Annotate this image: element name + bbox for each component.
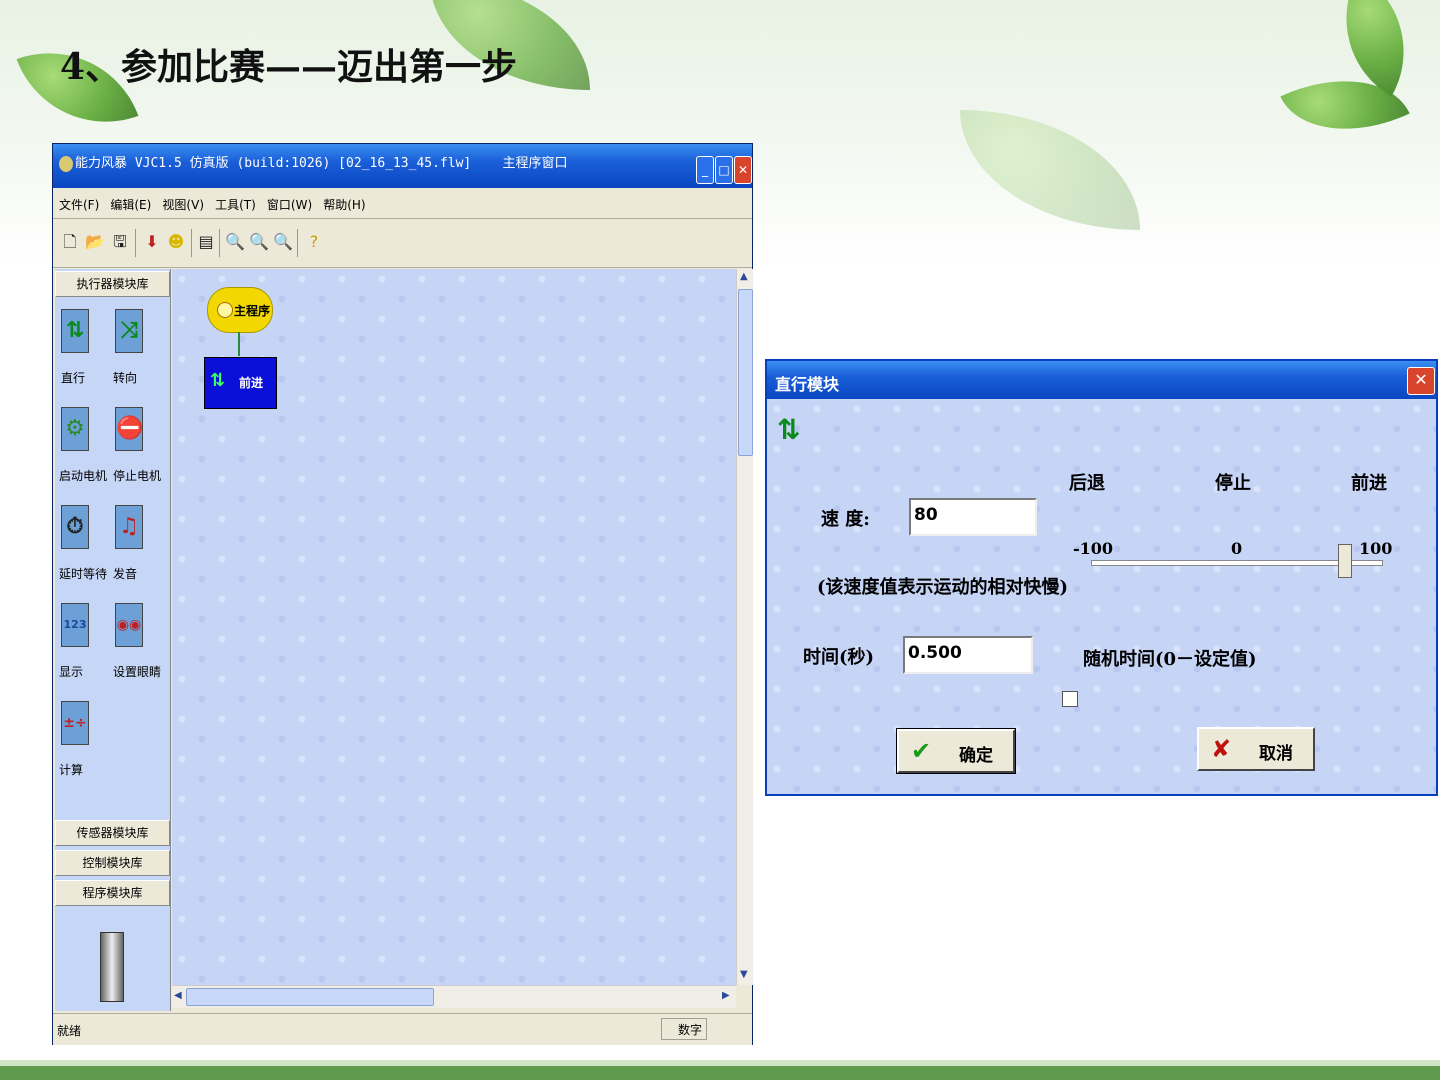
slider-mid-label: 0 — [1231, 539, 1243, 558]
horizontal-scrollbar[interactable]: ◀ ▶ — [172, 985, 736, 1008]
save-icon[interactable]: 🖫 — [111, 231, 129, 253]
vertical-scrollbar[interactable]: ▲ ▼ — [736, 269, 753, 985]
motor-start-icon[interactable]: ⚙ — [61, 407, 89, 451]
dialog-body: ⇅ 后退 停止 前进 速 度: 80 -100 0 100 (该速度值表示运动的… — [767, 399, 1436, 794]
properties-icon[interactable]: ▤ — [197, 231, 215, 253]
scroll-right-icon[interactable]: ▶ — [722, 990, 730, 1001]
checkmark-icon: ✔ — [911, 737, 932, 765]
minimize-button[interactable]: _ — [696, 156, 714, 184]
main-program-node[interactable]: 主程序 — [207, 287, 273, 333]
horizontal-scroll-thumb[interactable] — [186, 988, 434, 1006]
speed-slider-thumb[interactable] — [1338, 544, 1352, 578]
program-library-header[interactable]: 程序模块库 — [55, 880, 170, 906]
actuator-library-header[interactable]: 执行器模块库 — [55, 271, 170, 297]
speed-note: (该速度值表示运动的相对快慢) — [817, 577, 1069, 598]
close-button[interactable]: ✕ — [734, 156, 752, 184]
scroll-left-icon[interactable]: ◀ — [174, 990, 182, 1001]
time-label: 时间(秒) — [803, 647, 875, 668]
ok-button-label: 确定 — [959, 746, 993, 766]
dialog-titlebar[interactable]: 直行模块 ✕ — [767, 361, 1436, 399]
forward-block-node[interactable]: ⇅ 前进 — [204, 357, 277, 409]
forward-block-label: 前进 — [239, 376, 264, 390]
toolbar-separator — [135, 229, 136, 257]
random-time-checkbox[interactable] — [1062, 691, 1078, 707]
block-label-calculate: 计算 — [59, 763, 84, 777]
slider-stop-label: 停止 — [1215, 473, 1251, 494]
vertical-scroll-thumb[interactable] — [738, 289, 753, 456]
speed-input[interactable]: 80 — [909, 498, 1037, 536]
toolbar-separator — [297, 229, 298, 257]
flow-connector — [238, 332, 240, 356]
footer-band — [0, 1066, 1440, 1080]
status-text: 就绪 — [57, 1024, 82, 1038]
block-label-straight: 直行 — [61, 371, 86, 385]
sound-icon[interactable]: ♫ — [115, 505, 143, 549]
straight-arrows-icon: ⇅ — [210, 370, 226, 391]
block-label-display: 显示 — [59, 665, 84, 679]
straight-block-dialog: 直行模块 ✕ ⇅ 后退 停止 前进 速 度: 80 -100 0 100 (该速… — [765, 359, 1438, 796]
app-icon — [59, 156, 73, 172]
calculate-icon[interactable]: ±÷ — [61, 701, 89, 745]
slider-max-label: 100 — [1359, 539, 1393, 558]
status-num: 数字 — [661, 1018, 707, 1040]
block-label-eyes: 设置眼睛 — [113, 665, 162, 679]
block-label-motor-start: 启动电机 — [59, 469, 108, 483]
open-folder-icon[interactable]: 📂 — [85, 231, 105, 253]
block-label-motor-stop: 停止电机 — [113, 469, 162, 483]
maximize-button[interactable]: □ — [715, 156, 733, 184]
window-title: 能力风暴 VJC1.5 仿真版 (build:1026) [02_16_13_4… — [75, 156, 568, 171]
sensor-library-header[interactable]: 传感器模块库 — [55, 820, 170, 846]
time-input[interactable]: 0.500 — [903, 636, 1033, 674]
trash-icon[interactable] — [100, 932, 124, 1002]
app-window: 能力风暴 VJC1.5 仿真版 (build:1026) [02_16_13_4… — [52, 143, 753, 1045]
menu-bar: 文件(F) 编辑(E) 视图(V) 工具(T) 窗口(W) 帮助(H) — [53, 188, 752, 219]
toolbar: 🗋 📂 🖫 ⬇ ☻ ▤ 🔍 🔍 🔍 ? — [53, 219, 752, 268]
scroll-up-icon[interactable]: ▲ — [740, 271, 748, 282]
turn-arrows-icon[interactable]: ⤨ — [115, 309, 143, 353]
slider-min-label: -100 — [1073, 539, 1114, 558]
motor-stop-icon[interactable]: ⛔ — [115, 407, 143, 451]
random-time-label: 随机时间(0－设定值) — [1083, 649, 1257, 670]
help-icon[interactable]: ? — [305, 231, 323, 253]
cancel-x-icon: ✘ — [1211, 735, 1232, 763]
delay-timer-icon[interactable]: ⏱ — [61, 505, 89, 549]
control-library-header[interactable]: 控制模块库 — [55, 850, 170, 876]
app-titlebar[interactable]: 能力风暴 VJC1.5 仿真版 (build:1026) [02_16_13_4… — [53, 144, 752, 188]
ok-button[interactable]: ✔ 确定 — [896, 728, 1016, 774]
module-palette: 执行器模块库 ⇅ 直行 ⤨ 转向 ⚙ 启动电机 ⛔ 停止电机 ⏱ 延时等待 ♫ … — [55, 269, 171, 1011]
menu-edit[interactable]: 编辑(E) — [110, 196, 151, 213]
zoom-in-icon[interactable]: 🔍 — [273, 231, 293, 253]
menu-window[interactable]: 窗口(W) — [267, 196, 312, 213]
download-icon[interactable]: ⬇ — [143, 231, 161, 253]
menu-help[interactable]: 帮助(H) — [323, 196, 365, 213]
dialog-title: 直行模块 — [775, 375, 840, 394]
menu-tools[interactable]: 工具(T) — [215, 196, 256, 213]
block-label-delay: 延时等待 — [59, 567, 108, 581]
speed-label: 速 度: — [821, 509, 870, 530]
zoom-out-icon[interactable]: 🔍 — [225, 231, 245, 253]
slide-title: 4、参加比赛——迈出第一步 — [60, 46, 518, 88]
cancel-button-label: 取消 — [1259, 744, 1293, 764]
new-file-icon[interactable]: 🗋 — [61, 231, 79, 253]
run-icon[interactable]: ☻ — [167, 231, 185, 253]
zoom-reset-icon[interactable]: 🔍 — [249, 231, 269, 253]
straight-arrows-icon: ⇅ — [777, 413, 801, 446]
slider-forward-label: 前进 — [1351, 473, 1387, 494]
toolbar-separator — [219, 229, 220, 257]
block-label-sound: 发音 — [113, 567, 138, 581]
menu-file[interactable]: 文件(F) — [59, 196, 99, 213]
scroll-down-icon[interactable]: ▼ — [740, 969, 748, 980]
main-program-label: 主程序 — [234, 304, 271, 318]
status-bar: 就绪 数字 — [53, 1013, 752, 1045]
block-label-turn: 转向 — [113, 371, 138, 385]
menu-view[interactable]: 视图(V) — [162, 196, 204, 213]
straight-arrows-icon[interactable]: ⇅ — [61, 309, 89, 353]
slider-backward-label: 后退 — [1069, 473, 1105, 494]
cancel-button[interactable]: ✘ 取消 — [1197, 727, 1315, 771]
eyes-icon[interactable]: ◉◉ — [115, 603, 143, 647]
dialog-close-button[interactable]: ✕ — [1407, 367, 1435, 395]
main-program-icon — [217, 302, 233, 318]
display-123-icon[interactable]: 123 — [61, 603, 89, 647]
toolbar-separator — [191, 229, 192, 257]
